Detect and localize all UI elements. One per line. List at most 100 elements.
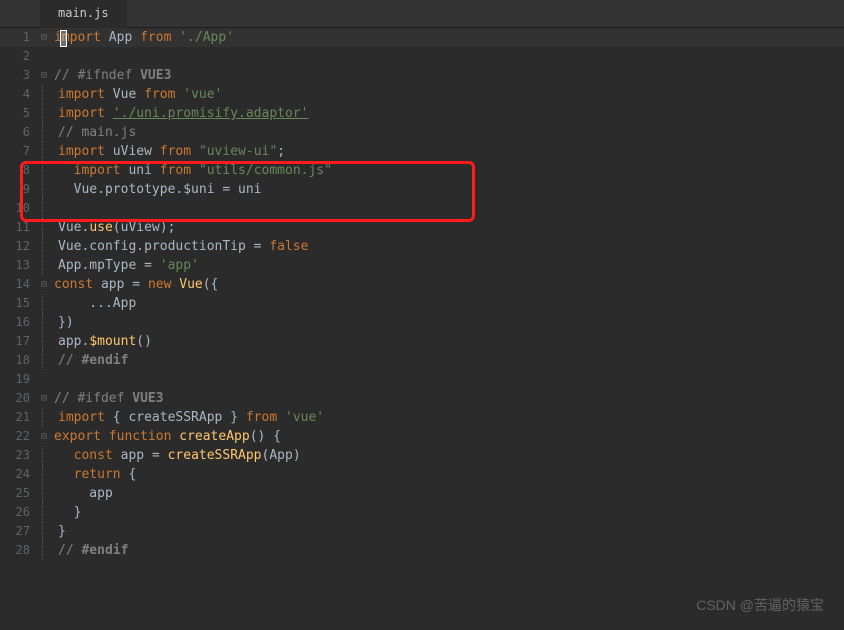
- code-content: }): [54, 313, 74, 332]
- fold-empty: [38, 47, 50, 66]
- fold-guide: [42, 104, 54, 123]
- code-line[interactable]: 11 Vue.use(uView);: [0, 218, 844, 237]
- code-content: import { createSSRApp } from 'vue': [54, 408, 324, 427]
- code-content: // #endif: [54, 541, 128, 560]
- fold-guide: [42, 465, 54, 484]
- code-content: Vue.config.productionTip = false: [54, 237, 308, 256]
- fold-guide: [42, 541, 54, 560]
- fold-guide: [42, 199, 54, 218]
- line-number: 7: [0, 142, 38, 161]
- code-content: const app = createSSRApp(App): [54, 446, 301, 465]
- fold-toggle-icon[interactable]: ⊟: [38, 427, 50, 446]
- code-content: [50, 370, 54, 389]
- code-line[interactable]: 12 Vue.config.productionTip = false: [0, 237, 844, 256]
- fold-guide: [42, 446, 54, 465]
- code-line[interactable]: 8 import uni from "utils/common.js": [0, 161, 844, 180]
- fold-guide: [42, 237, 54, 256]
- code-line[interactable]: 27}: [0, 522, 844, 541]
- fold-toggle-icon[interactable]: ⊟: [38, 389, 50, 408]
- code-content: // main.js: [54, 123, 136, 142]
- code-line[interactable]: 4 import Vue from 'vue': [0, 85, 844, 104]
- code-line[interactable]: 2: [0, 47, 844, 66]
- fold-guide: [42, 351, 54, 370]
- watermark: CSDN @苦逼的猿宝: [696, 595, 824, 615]
- line-number: 10: [0, 199, 38, 218]
- fold-guide: [42, 218, 54, 237]
- line-number: 3: [0, 66, 38, 85]
- code-line[interactable]: 13 App.mpType = 'app': [0, 256, 844, 275]
- fold-toggle-icon[interactable]: ⊟: [38, 66, 50, 85]
- code-content: app: [54, 484, 113, 503]
- tab-main-js[interactable]: main.js: [40, 0, 127, 28]
- code-content: // #endif: [54, 351, 128, 370]
- line-number: 1: [0, 28, 38, 47]
- code-content: app.$mount(): [54, 332, 152, 351]
- line-number: 5: [0, 104, 38, 123]
- line-number: 8: [0, 161, 38, 180]
- code-line[interactable]: 22⊟export function createApp() {: [0, 427, 844, 446]
- code-line[interactable]: 18// #endif: [0, 351, 844, 370]
- line-number: 27: [0, 522, 38, 541]
- fold-guide: [42, 161, 54, 180]
- code-content: Vue.use(uView);: [54, 218, 175, 237]
- fold-guide: [42, 85, 54, 104]
- code-line[interactable]: 16}): [0, 313, 844, 332]
- fold-guide: [42, 484, 54, 503]
- fold-guide: [42, 256, 54, 275]
- fold-guide: [42, 123, 54, 142]
- fold-guide: [42, 313, 54, 332]
- line-number: 11: [0, 218, 38, 237]
- code-line[interactable]: 23 const app = createSSRApp(App): [0, 446, 844, 465]
- fold-toggle-icon[interactable]: ⊟: [38, 28, 50, 47]
- code-content: // #ifndef VUE3: [50, 66, 171, 85]
- line-number: 12: [0, 237, 38, 256]
- code-line[interactable]: 9 Vue.prototype.$uni = uni: [0, 180, 844, 199]
- code-line[interactable]: 5 import './uni.promisify.adaptor': [0, 104, 844, 123]
- code-content: return {: [54, 465, 136, 484]
- code-content: import Vue from 'vue': [54, 85, 222, 104]
- code-line[interactable]: 3⊟// #ifndef VUE3: [0, 66, 844, 85]
- code-content: import uni from "utils/common.js": [54, 161, 332, 180]
- line-number: 9: [0, 180, 38, 199]
- fold-guide: [42, 180, 54, 199]
- line-number: 17: [0, 332, 38, 351]
- code-line[interactable]: 21import { createSSRApp } from 'vue': [0, 408, 844, 427]
- code-line[interactable]: 7import uView from "uview-ui";: [0, 142, 844, 161]
- code-line[interactable]: 25 app: [0, 484, 844, 503]
- line-number: 13: [0, 256, 38, 275]
- code-content: [50, 47, 54, 66]
- line-number: 6: [0, 123, 38, 142]
- code-line[interactable]: 20⊟// #ifdef VUE3: [0, 389, 844, 408]
- code-line[interactable]: 10: [0, 199, 844, 218]
- code-line[interactable]: 15 ...App: [0, 294, 844, 313]
- code-content: const app = new Vue({: [50, 275, 218, 294]
- code-line[interactable]: 28 // #endif: [0, 541, 844, 560]
- code-editor[interactable]: 1⊟import App from './App'23⊟// #ifndef V…: [0, 28, 844, 560]
- code-line[interactable]: 14⊟const app = new Vue({: [0, 275, 844, 294]
- code-content: export function createApp() {: [50, 427, 281, 446]
- code-content: [54, 199, 58, 218]
- code-line[interactable]: 26 }: [0, 503, 844, 522]
- code-content: ...App: [54, 294, 136, 313]
- code-content: }: [54, 503, 81, 522]
- code-line[interactable]: 6 // main.js: [0, 123, 844, 142]
- line-number: 24: [0, 465, 38, 484]
- code-content: import './uni.promisify.adaptor': [54, 104, 308, 123]
- line-number: 26: [0, 503, 38, 522]
- code-content: // #ifdef VUE3: [50, 389, 164, 408]
- line-number: 20: [0, 389, 38, 408]
- line-number: 23: [0, 446, 38, 465]
- code-line[interactable]: 24 return {: [0, 465, 844, 484]
- code-line[interactable]: 1⊟import App from './App': [0, 28, 844, 47]
- fold-toggle-icon[interactable]: ⊟: [38, 275, 50, 294]
- line-number: 28: [0, 541, 38, 560]
- line-number: 14: [0, 275, 38, 294]
- fold-guide: [42, 142, 54, 161]
- code-line[interactable]: 19: [0, 370, 844, 389]
- code-content: App.mpType = 'app': [54, 256, 199, 275]
- code-content: import App from './App': [50, 28, 234, 47]
- line-number: 2: [0, 47, 38, 66]
- line-number: 16: [0, 313, 38, 332]
- line-number: 4: [0, 85, 38, 104]
- code-line[interactable]: 17 app.$mount(): [0, 332, 844, 351]
